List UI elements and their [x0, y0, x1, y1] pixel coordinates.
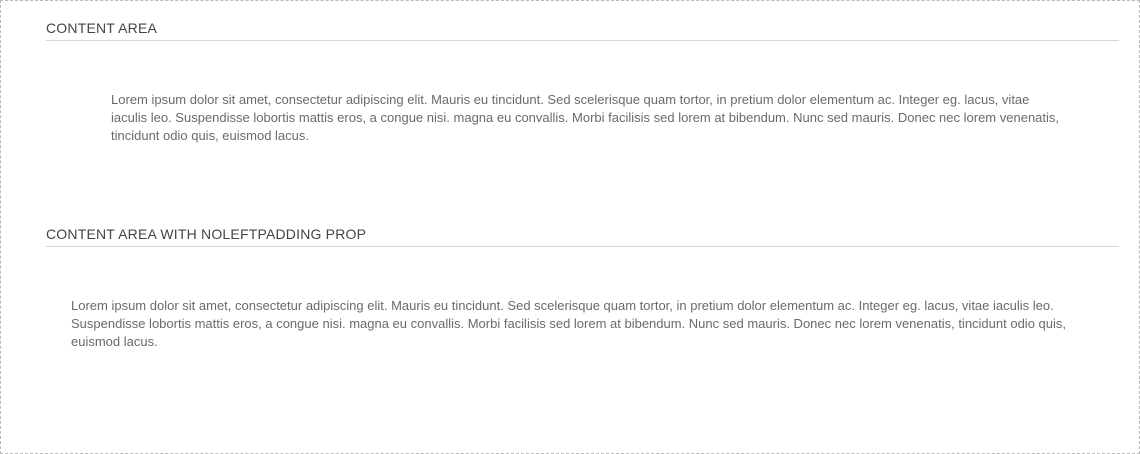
section-header-content-area: CONTENT AREA	[46, 18, 1119, 41]
section-header-content-area-noleftpadding: CONTENT AREA WITH NOLEFTPADDING PROP	[46, 224, 1119, 247]
content-area-paragraph: Lorem ipsum dolor sit amet, consectetur …	[111, 92, 1060, 143]
content-area-noleftpadding-section: CONTENT AREA WITH NOLEFTPADDING PROP Lor…	[46, 224, 1119, 349]
content-area-section: CONTENT AREA Lorem ipsum dolor sit amet,…	[46, 18, 1119, 143]
content-area-noleftpadding-paragraph: Lorem ipsum dolor sit amet, consectetur …	[71, 298, 1066, 349]
